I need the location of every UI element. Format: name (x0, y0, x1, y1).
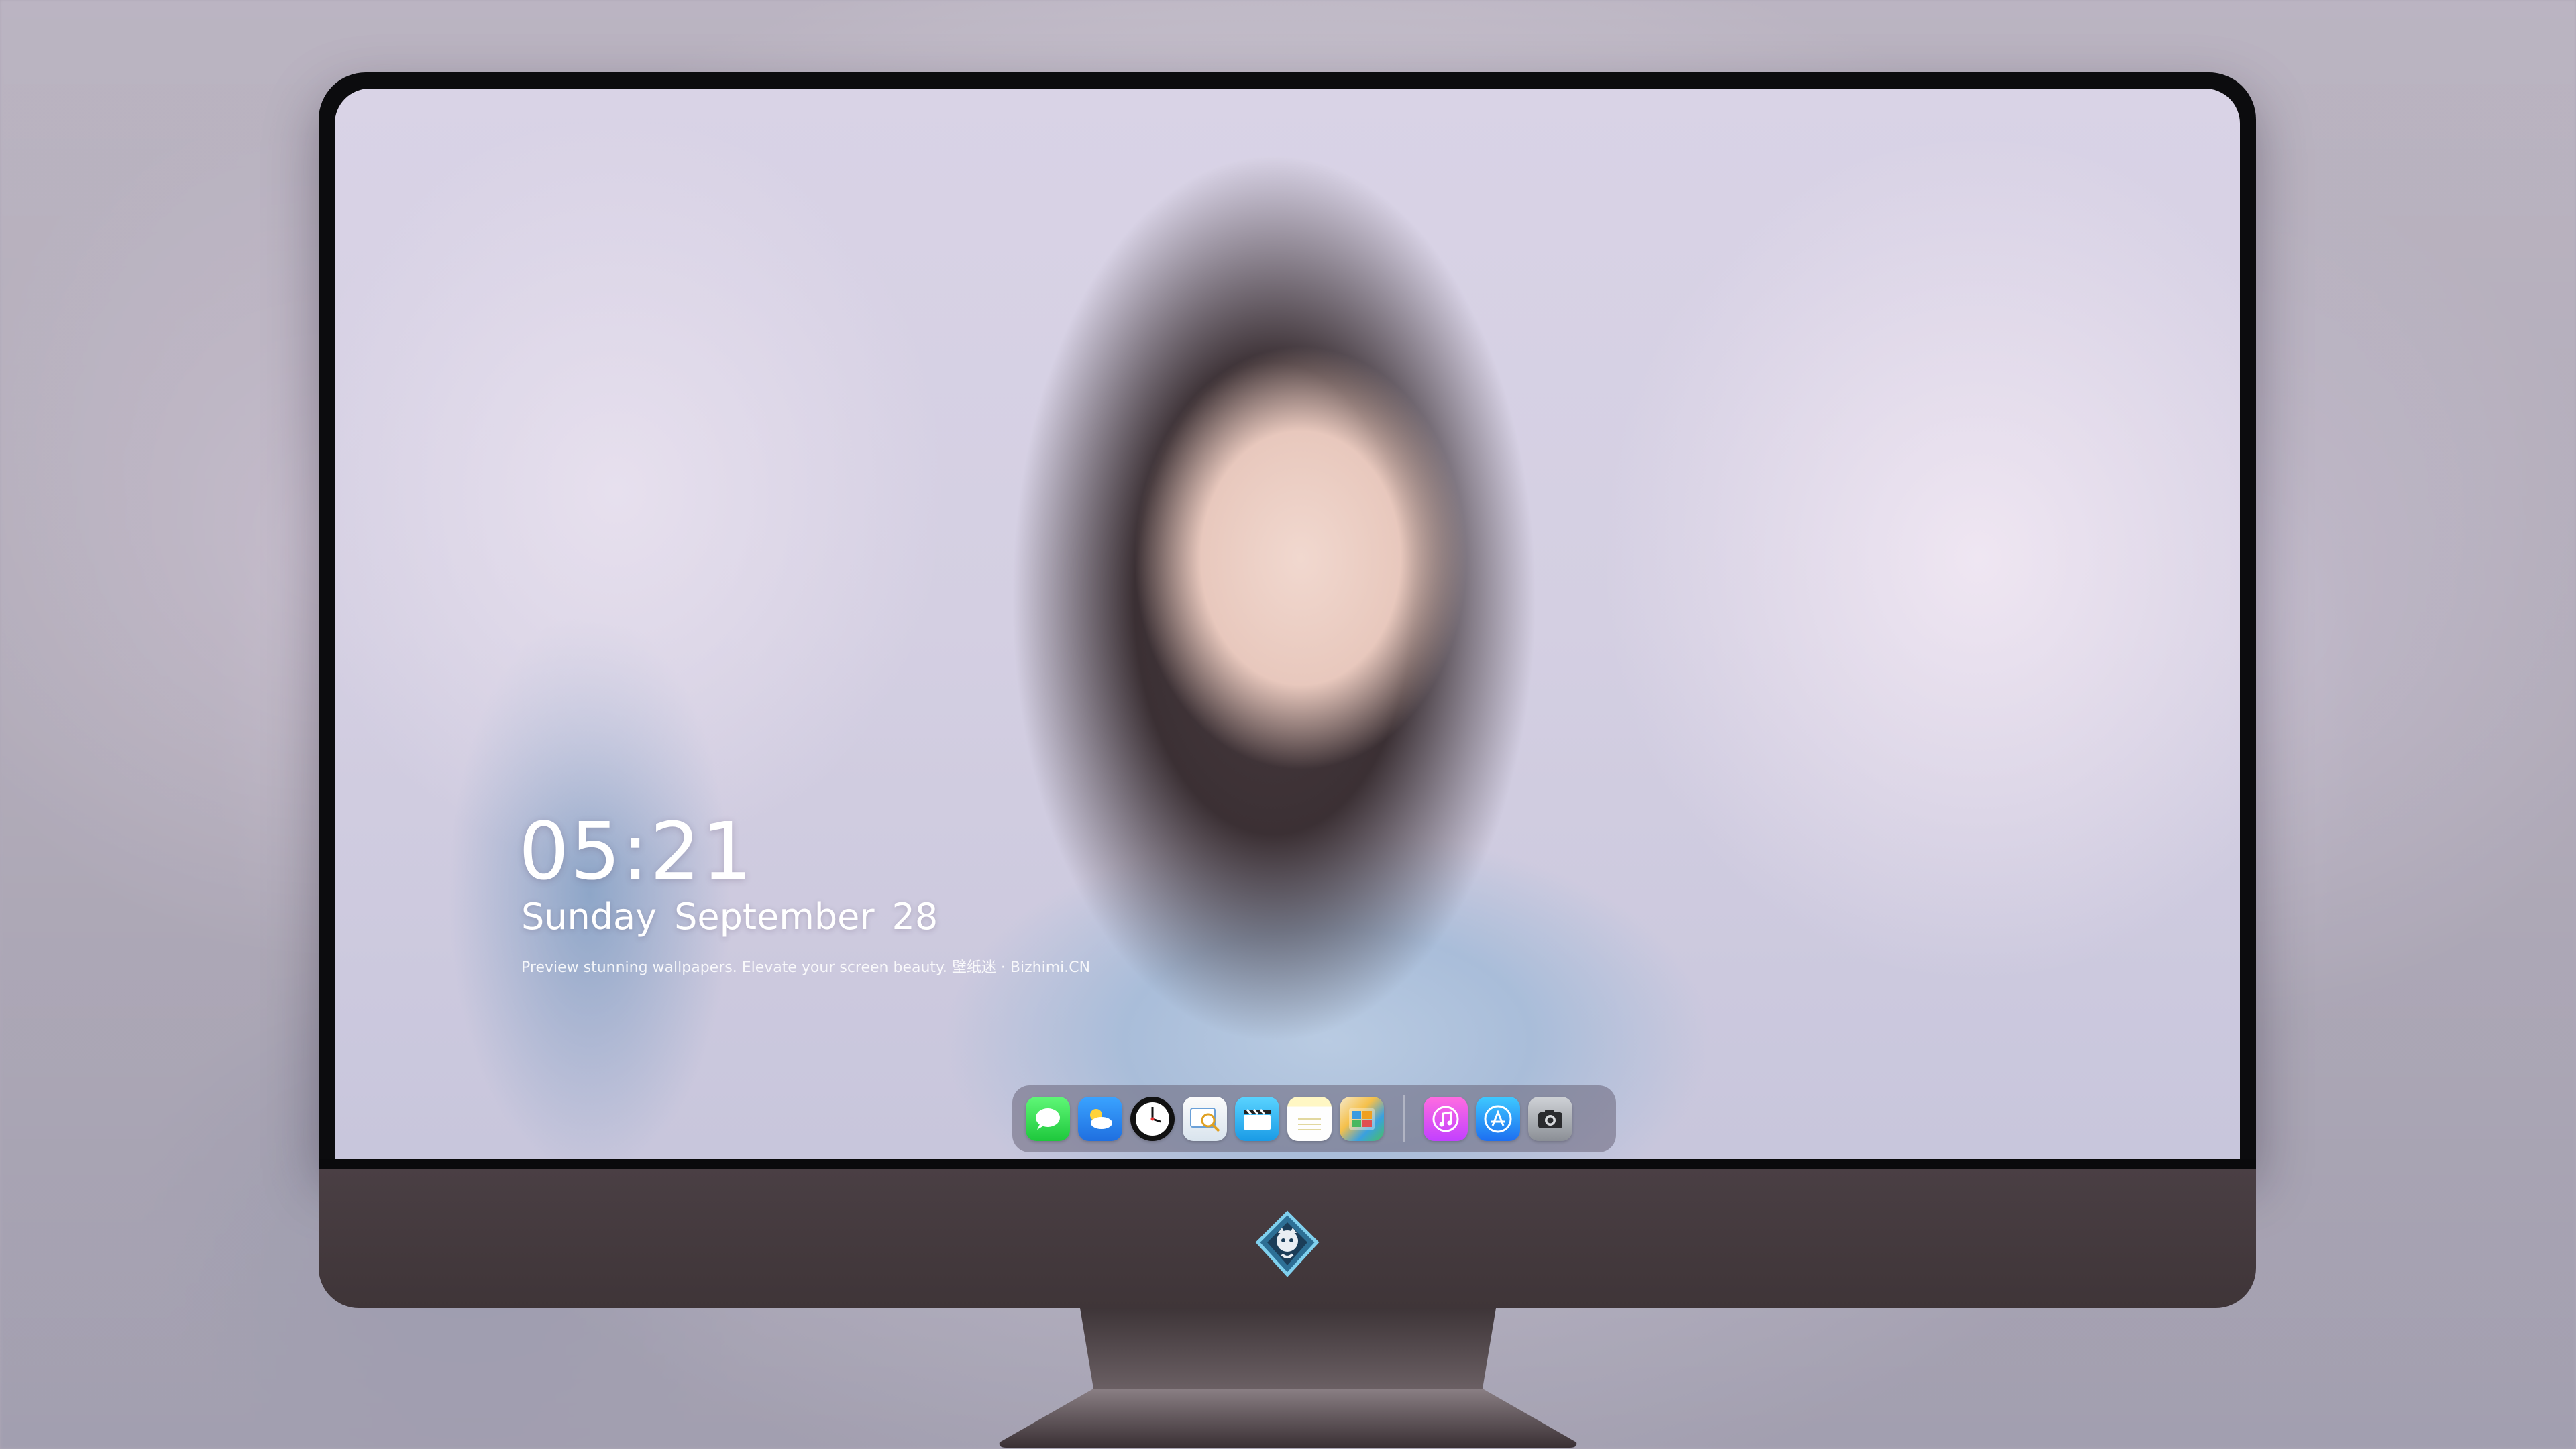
app-store-icon[interactable] (1476, 1097, 1520, 1141)
preview-icon[interactable] (1183, 1097, 1227, 1141)
dock-separator (1403, 1095, 1405, 1142)
messages-icon[interactable] (1026, 1097, 1070, 1141)
monitor-frame: 05:21 Sunday September 28 Preview stunni… (319, 72, 2256, 1308)
lock-clock: 05:21 (519, 805, 754, 898)
dock (1012, 1085, 1616, 1152)
monitor-chin (319, 1159, 2256, 1308)
clock-icon[interactable] (1130, 1097, 1175, 1141)
date-weekday: Sunday (521, 896, 657, 938)
camera-icon[interactable] (1528, 1097, 1572, 1141)
date-day: 28 (892, 896, 938, 938)
music-icon[interactable] (1424, 1097, 1468, 1141)
brand-logo-icon (1254, 1210, 1321, 1277)
lock-date: Sunday September 28 (521, 899, 938, 935)
notes-icon[interactable] (1287, 1097, 1332, 1141)
wallpaper-tagline: Preview stunning wallpapers. Elevate you… (521, 959, 1091, 976)
monitor-stand (993, 1308, 1583, 1449)
weather-icon[interactable] (1078, 1097, 1122, 1141)
gallery-icon[interactable] (1340, 1097, 1384, 1141)
clips-icon[interactable] (1235, 1097, 1279, 1141)
wallpaper-screen: 05:21 Sunday September 28 Preview stunni… (335, 89, 2240, 1159)
monitor-bezel: 05:21 Sunday September 28 Preview stunni… (319, 72, 2256, 1166)
date-month: September (674, 896, 875, 938)
